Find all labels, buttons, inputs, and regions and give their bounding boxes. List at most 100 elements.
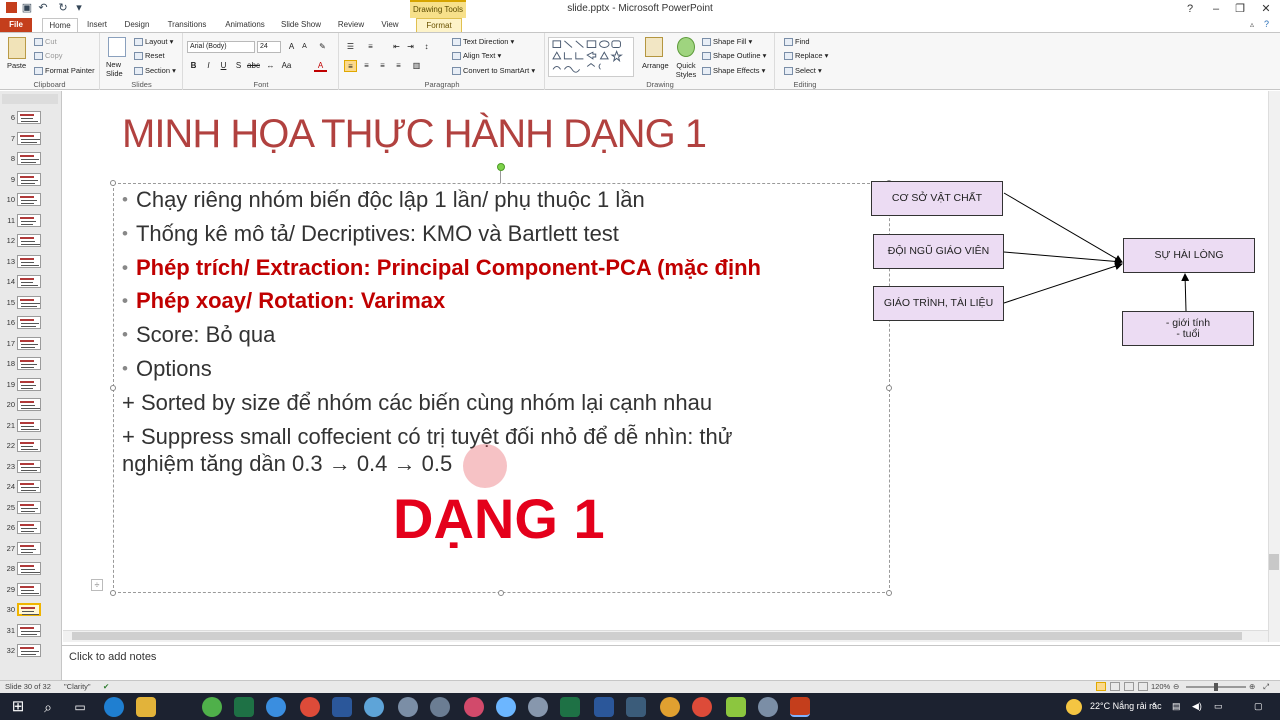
resize-handle-br[interactable]: [886, 590, 892, 596]
fit-to-window-icon[interactable]: ⤢: [1263, 682, 1269, 692]
big-label[interactable]: DẠNG 1: [393, 486, 605, 551]
app-gray-icon[interactable]: [398, 697, 418, 717]
bullet-line-6[interactable]: • Options: [122, 356, 212, 382]
system-tray-up-icon[interactable]: ^: [1152, 701, 1156, 711]
bullet-line-1[interactable]: • Chạy riêng nhóm biến độc lập 1 lần/ phụ…: [122, 187, 645, 213]
rotate-handle[interactable]: [497, 163, 505, 171]
bold-icon[interactable]: B: [187, 60, 200, 72]
excel-icon[interactable]: [234, 697, 254, 717]
task-view-icon[interactable]: ▭: [70, 697, 90, 717]
app-light-blue-icon[interactable]: [496, 697, 516, 717]
slide-thumbnail[interactable]: [17, 480, 41, 493]
slide-thumbnail[interactable]: [17, 418, 41, 432]
text-line-suppress[interactable]: + Suppress small coffecient có trị tuyệt…: [122, 424, 733, 450]
arrange-icon[interactable]: [645, 37, 663, 57]
app-pink-icon[interactable]: [464, 697, 484, 717]
app-dark-icon[interactable]: [626, 697, 646, 717]
bullet-line-3[interactable]: • Phép trích/ Extraction: Principal Compo…: [122, 255, 761, 281]
slide-thumbnail[interactable]: [17, 603, 41, 616]
arrow-shape-icon[interactable]: [575, 40, 584, 48]
shape-outline-button[interactable]: Shape Outline ▾: [702, 51, 766, 61]
replace-button[interactable]: Replace ▾: [784, 51, 828, 61]
rectangle-shape-icon[interactable]: [586, 40, 597, 48]
increase-indent-icon[interactable]: ⇥: [404, 41, 417, 53]
text-line-threshold[interactable]: nghiệm tăng dần 0.3 → 0.4 → 0.5: [122, 451, 452, 477]
paste-icon[interactable]: [8, 37, 26, 59]
zoom-slider-thumb[interactable]: [1214, 683, 1218, 691]
diagram-box-controls[interactable]: - giới tính - tuổi: [1122, 311, 1254, 346]
tab-review[interactable]: Review: [334, 18, 368, 32]
tab-design[interactable]: Design: [120, 18, 154, 32]
arrow-up-shape-icon[interactable]: [599, 51, 609, 60]
vertical-scroll-thumb[interactable]: [1269, 554, 1279, 570]
grow-font-icon[interactable]: A: [285, 41, 298, 53]
textbox-shape-icon[interactable]: [552, 40, 562, 48]
resize-handle-bl[interactable]: [110, 590, 116, 596]
resize-handle-ml[interactable]: [110, 385, 116, 391]
tab-file[interactable]: File: [0, 18, 32, 32]
bullet-line-2[interactable]: • Thống kê mô tả/ Decriptives: KMO và Bar…: [122, 221, 619, 247]
line-spacing-icon[interactable]: ↕: [420, 41, 433, 53]
select-button[interactable]: Select ▾: [784, 66, 822, 76]
tab-home[interactable]: Home: [42, 18, 78, 32]
reset-button[interactable]: Reset: [134, 51, 165, 61]
change-case-icon[interactable]: Aa: [280, 60, 293, 72]
quick-styles-button[interactable]: Quick Styles: [671, 61, 701, 79]
arc-shape-icon[interactable]: [552, 66, 561, 70]
app-gray-2-icon[interactable]: [758, 697, 778, 717]
tab-slide-show[interactable]: Slide Show: [278, 18, 324, 32]
resize-handle-mr[interactable]: [886, 385, 892, 391]
font-color-icon[interactable]: A: [314, 60, 327, 72]
windows-start-icon[interactable]: ⊞: [8, 697, 28, 717]
zoom-in-icon[interactable]: ⊕: [1249, 682, 1255, 691]
decrease-indent-icon[interactable]: ⇤: [390, 41, 403, 53]
shapes-gallery[interactable]: [548, 37, 634, 77]
chrome-2-icon[interactable]: [660, 697, 680, 717]
resize-handle-bm[interactable]: [498, 590, 504, 596]
slide-thumbnail[interactable]: [17, 398, 41, 411]
powerpoint-taskbar-icon[interactable]: [790, 697, 810, 717]
diagram-box-materials[interactable]: GIÁO TRÌNH, TÀI LIỆU: [873, 286, 1004, 321]
slide-thumbnail[interactable]: [17, 336, 41, 350]
slide-thumbnail[interactable]: [17, 562, 41, 575]
slide-thumbnail[interactable]: [17, 275, 41, 288]
star-shape-icon[interactable]: [610, 49, 623, 63]
slide-thumbnail[interactable]: [17, 459, 41, 473]
align-left-icon[interactable]: ≡: [344, 60, 357, 72]
connector-shape-icon[interactable]: [563, 52, 572, 60]
help-question-icon[interactable]: ?: [1264, 19, 1269, 29]
file-explorer-icon[interactable]: [136, 697, 156, 717]
notifications-icon[interactable]: ▢: [1254, 701, 1263, 712]
word-2-icon[interactable]: [594, 697, 614, 717]
format-painter-button[interactable]: Format Painter: [34, 66, 95, 76]
align-text-button[interactable]: Align Text ▾: [452, 51, 501, 61]
slide-thumbnail[interactable]: [17, 316, 41, 329]
search-icon[interactable]: ⌕: [38, 697, 58, 717]
new-slide-icon[interactable]: [108, 37, 126, 57]
slideshow-view-icon[interactable]: [1138, 682, 1148, 691]
shrink-font-icon[interactable]: A: [298, 41, 311, 53]
curve-shape-icon[interactable]: [564, 66, 580, 73]
tab-animations[interactable]: Animations: [220, 18, 270, 32]
slide-thumbnail[interactable]: [17, 623, 41, 637]
bullets-icon[interactable]: ☰: [344, 41, 357, 53]
slide-thumbnail[interactable]: [17, 295, 41, 309]
zoom-out-icon[interactable]: ⊖: [1173, 682, 1179, 691]
arrow-right-shape-icon[interactable]: [586, 51, 597, 60]
weather-text[interactable]: 22°C Nắng rải rác: [1090, 701, 1162, 711]
close-icon[interactable]: ✕: [1254, 0, 1278, 18]
line-shape-icon[interactable]: [564, 40, 573, 48]
app-steel-icon[interactable]: [528, 697, 548, 717]
brace-shape-icon[interactable]: [598, 63, 601, 70]
diagram-box-teachers[interactable]: ĐỘI NGŨ GIÁO VIÊN: [873, 234, 1004, 269]
align-center-icon[interactable]: ≡: [360, 60, 373, 72]
chrome-3-icon[interactable]: [692, 697, 712, 717]
slide-thumbnail[interactable]: [17, 193, 41, 206]
word-icon[interactable]: [332, 697, 352, 717]
slide-thumbnail[interactable]: [17, 131, 41, 145]
slide-thumbnail[interactable]: [17, 172, 41, 186]
chrome-icon[interactable]: [300, 697, 320, 717]
zoom-level[interactable]: 120%: [1151, 682, 1170, 691]
shape-effects-button[interactable]: Shape Effects ▾: [702, 66, 765, 76]
bracket-shape-icon[interactable]: [586, 63, 596, 67]
